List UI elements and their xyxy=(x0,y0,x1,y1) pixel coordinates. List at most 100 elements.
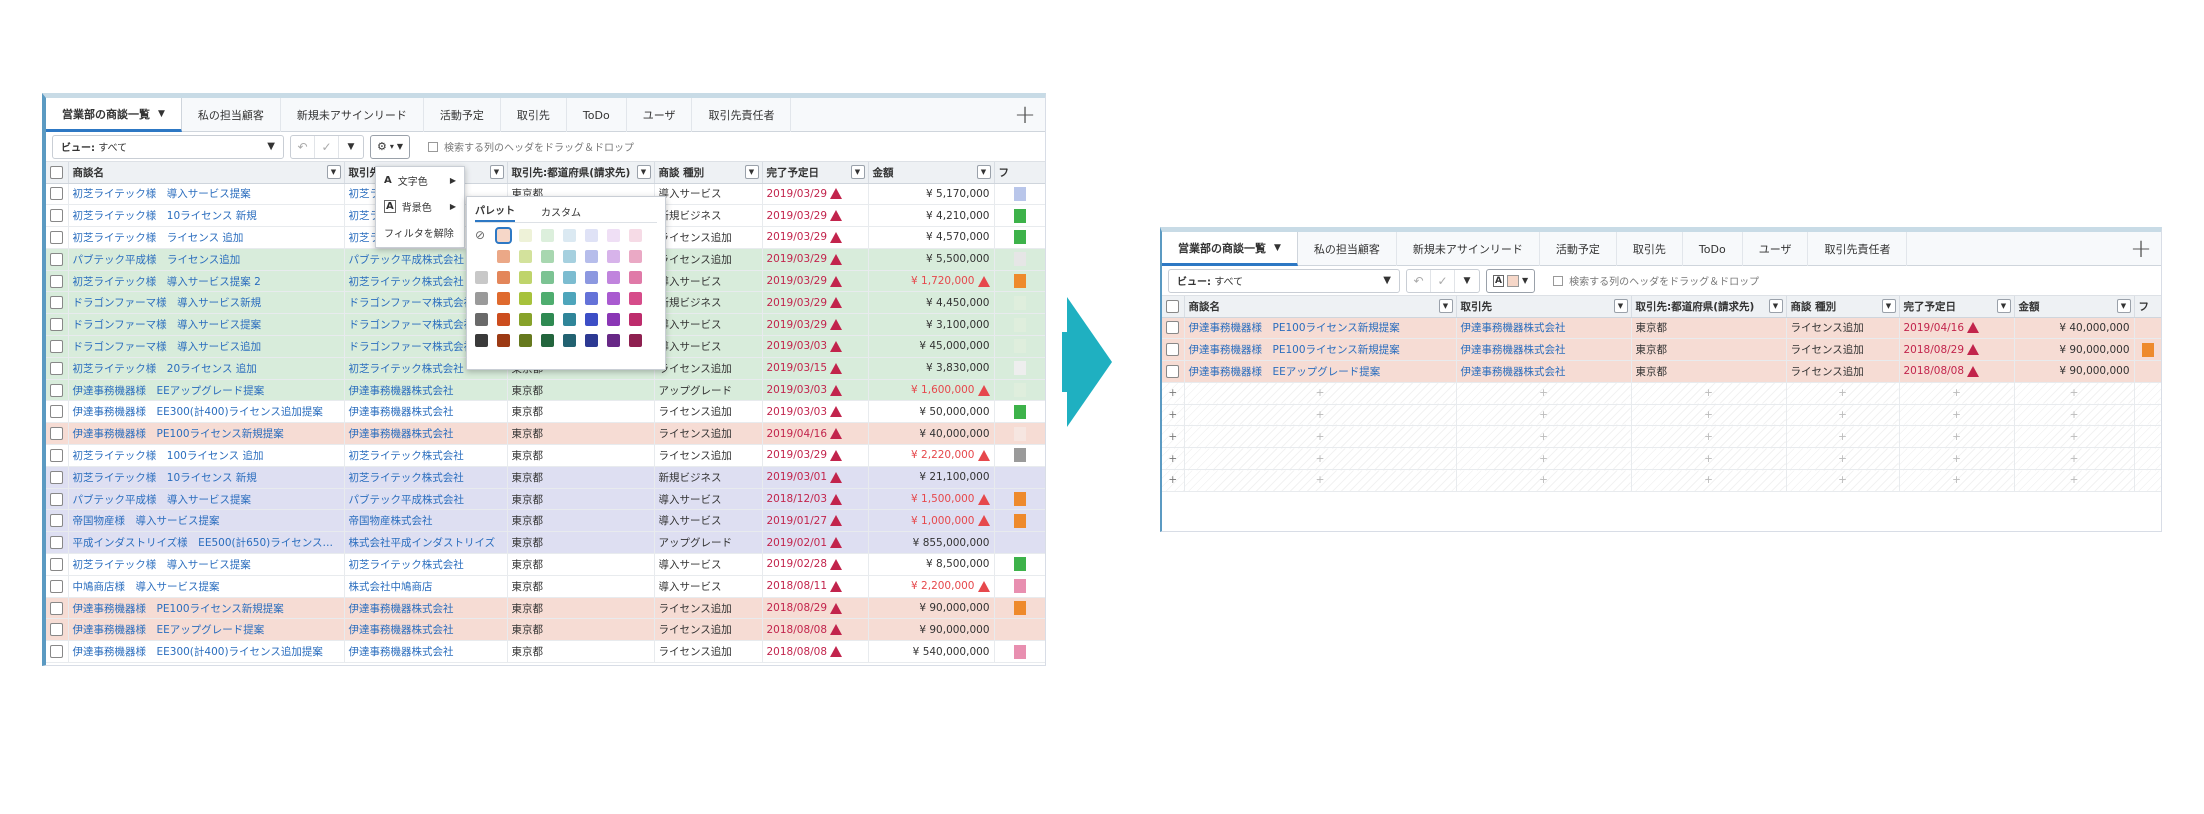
color-swatch[interactable] xyxy=(541,334,554,347)
column-header[interactable]: 商談 種別 ▼ xyxy=(654,162,763,184)
color-swatch[interactable] xyxy=(563,250,576,263)
prefecture-cell[interactable]: 東京都 xyxy=(507,400,655,424)
tab-1[interactable]: 私の担当顧客 xyxy=(1298,232,1397,266)
type-cell[interactable]: ライセンス追加 xyxy=(654,640,763,664)
checkbox-icon[interactable] xyxy=(50,209,64,223)
add-tab-button[interactable]: + xyxy=(2121,232,2161,266)
row-checkbox[interactable] xyxy=(46,204,69,228)
column-menu-chevron-icon[interactable]: ▼ xyxy=(2116,299,2131,313)
color-swatch[interactable] xyxy=(629,292,642,305)
tab-custom[interactable]: カスタム xyxy=(541,204,581,219)
column-menu-chevron-icon[interactable]: ▼ xyxy=(1996,299,2011,313)
checkbox-icon[interactable] xyxy=(50,230,64,244)
color-swatch[interactable] xyxy=(629,229,642,242)
checkbox-icon[interactable] xyxy=(50,252,64,266)
close-date-cell[interactable]: 2018/08/08 xyxy=(1899,360,2015,383)
type-cell[interactable]: 導入サービス xyxy=(654,270,763,293)
select-all-checkbox[interactable] xyxy=(46,162,69,184)
account-cell[interactable]: 伊達事務機器株式会社 xyxy=(1456,338,1632,362)
prefecture-cell[interactable]: 東京都 xyxy=(507,531,655,555)
color-swatch[interactable] xyxy=(519,313,532,326)
type-cell[interactable]: 新規ビジネス xyxy=(654,466,763,489)
column-menu-chevron-icon[interactable]: ▼ xyxy=(1438,299,1453,313)
opportunity-name-cell[interactable]: 伊達事務機器様 EEアップグレード提案 xyxy=(68,618,345,642)
tab-6[interactable]: ユーザ xyxy=(1743,232,1809,266)
amount-cell[interactable]: ¥ 4,450,000 xyxy=(868,291,995,315)
color-swatch[interactable] xyxy=(475,250,488,263)
close-date-cell[interactable]: 2019/02/01 xyxy=(762,531,869,555)
row-checkbox[interactable] xyxy=(46,291,69,315)
color-swatch[interactable] xyxy=(475,313,488,326)
row-checkbox[interactable] xyxy=(46,575,69,598)
checkbox-icon[interactable] xyxy=(50,623,64,637)
account-cell[interactable]: 伊達事務機器株式会社 xyxy=(1456,360,1632,383)
type-cell[interactable]: ライセンス追加 xyxy=(1786,360,1900,383)
close-date-cell[interactable]: 2018/08/11 xyxy=(762,575,869,598)
add-row-icon[interactable]: + xyxy=(1162,404,1185,427)
account-cell[interactable]: 伊達事務機器株式会社 xyxy=(344,618,508,642)
column-header[interactable]: 商談名 ▼ xyxy=(1184,296,1457,318)
account-cell[interactable]: 初芝ライテック株式会社 xyxy=(344,553,508,576)
amount-cell[interactable]: ¥ 2,200,000 xyxy=(868,575,995,598)
color-swatch[interactable] xyxy=(607,334,620,347)
add-row-icon[interactable]: + xyxy=(1162,425,1185,449)
column-header[interactable]: 取引先 ▼ xyxy=(1456,296,1632,318)
tab-5[interactable]: ToDo xyxy=(567,98,627,132)
amount-cell[interactable]: ¥ 8,500,000 xyxy=(868,553,995,576)
amount-cell[interactable]: ¥ 5,500,000 xyxy=(868,248,995,271)
color-swatch[interactable] xyxy=(585,334,598,347)
table-row[interactable]: 初芝ライテック様 10ライセンス 新規 初芝ライテック株式会社 東京都 新規ビジネス 2… xyxy=(46,466,1045,489)
close-date-cell[interactable]: 2019/03/01 xyxy=(762,466,869,489)
table-row[interactable]: 伊達事務機器様 PE100ライセンス新規提案 伊達事務機器株式会社 東京都 ライセンス… xyxy=(46,597,1045,620)
checkbox-icon[interactable] xyxy=(50,601,64,615)
checkbox-icon[interactable] xyxy=(1166,364,1180,378)
close-date-cell[interactable]: 2019/03/29 xyxy=(762,291,869,315)
color-swatch[interactable] xyxy=(519,271,532,284)
tab-6[interactable]: ユーザ xyxy=(627,98,693,132)
type-cell[interactable]: 導入サービス xyxy=(654,183,763,206)
table-row[interactable]: 伊達事務機器様 PE100ライセンス新規提案 伊達事務機器株式会社 東京都 ライセンス… xyxy=(1162,338,2161,362)
row-checkbox[interactable] xyxy=(46,183,69,206)
amount-cell[interactable]: ¥ 90,000,000 xyxy=(2014,360,2135,383)
checkbox-icon[interactable] xyxy=(50,579,64,593)
check-icon[interactable]: ✓ xyxy=(315,135,339,158)
opportunity-name-cell[interactable]: 伊達事務機器様 EEアップグレード提案 xyxy=(1184,360,1457,383)
color-swatch[interactable] xyxy=(607,250,620,263)
chevron-down-icon[interactable]: ▼ xyxy=(1274,243,1281,253)
tab-palette[interactable]: パレット xyxy=(475,202,515,222)
table-row[interactable]: 中鳩商店様 導入サービス提案 株式会社中鳩商店 東京都 導入サービス 2018/08/1… xyxy=(46,575,1045,598)
close-date-cell[interactable]: 2019/03/29 xyxy=(762,204,869,228)
color-swatch[interactable] xyxy=(519,229,532,242)
color-swatch[interactable] xyxy=(563,229,576,242)
prefecture-cell[interactable]: 東京都 xyxy=(507,553,655,576)
opportunity-name-cell[interactable]: ドラゴンファーマ様 導入サービス提案 xyxy=(68,313,345,337)
checkbox-icon[interactable] xyxy=(50,470,64,484)
column-menu-chevron-icon[interactable]: ▼ xyxy=(976,165,991,179)
color-swatch[interactable] xyxy=(629,271,642,284)
color-swatch[interactable] xyxy=(585,271,598,284)
column-menu-chevron-icon[interactable]: ▼ xyxy=(850,165,865,179)
column-header[interactable]: 完了予定日 ▼ xyxy=(762,162,869,184)
tab-3[interactable]: 活動予定 xyxy=(424,98,501,132)
type-cell[interactable]: ライセンス追加 xyxy=(654,597,763,620)
close-date-cell[interactable]: 2019/03/29 xyxy=(762,226,869,249)
account-cell[interactable]: 株式会社平成インダストリイズ xyxy=(344,531,508,555)
color-swatch[interactable] xyxy=(541,271,554,284)
tab-2[interactable]: 新規未アサインリード xyxy=(281,98,424,132)
row-checkbox[interactable] xyxy=(46,335,69,358)
color-swatch[interactable] xyxy=(495,227,512,244)
checkbox-icon[interactable] xyxy=(50,165,64,179)
row-checkbox[interactable] xyxy=(46,379,69,402)
opportunity-name-cell[interactable]: 初芝ライテック様 ライセンス 追加 xyxy=(68,226,345,249)
amount-cell[interactable]: ¥ 90,000,000 xyxy=(868,618,995,642)
check-icon[interactable]: ✓ xyxy=(1431,269,1455,292)
table-row[interactable]: パブテック平成様 導入サービス提案 パブテック平成株式会社 東京都 導入サービス 201… xyxy=(46,488,1045,511)
table-row[interactable]: 伊達事務機器様 EEアップグレード提案 伊達事務機器株式会社 東京都 ライセンス追加 2… xyxy=(46,618,1045,642)
column-menu-chevron-icon[interactable]: ▼ xyxy=(1768,299,1783,313)
opportunity-name-cell[interactable]: 初芝ライテック様 20ライセンス 追加 xyxy=(68,357,345,380)
opportunity-name-cell[interactable]: 伊達事務機器様 EE300(計400)ライセンス追加提案 xyxy=(68,640,345,664)
close-date-cell[interactable]: 2018/08/08 xyxy=(762,640,869,664)
prefecture-cell[interactable]: 東京都 xyxy=(507,640,655,664)
color-swatch[interactable] xyxy=(563,334,576,347)
tab-2[interactable]: 新規未アサインリード xyxy=(1397,232,1540,266)
